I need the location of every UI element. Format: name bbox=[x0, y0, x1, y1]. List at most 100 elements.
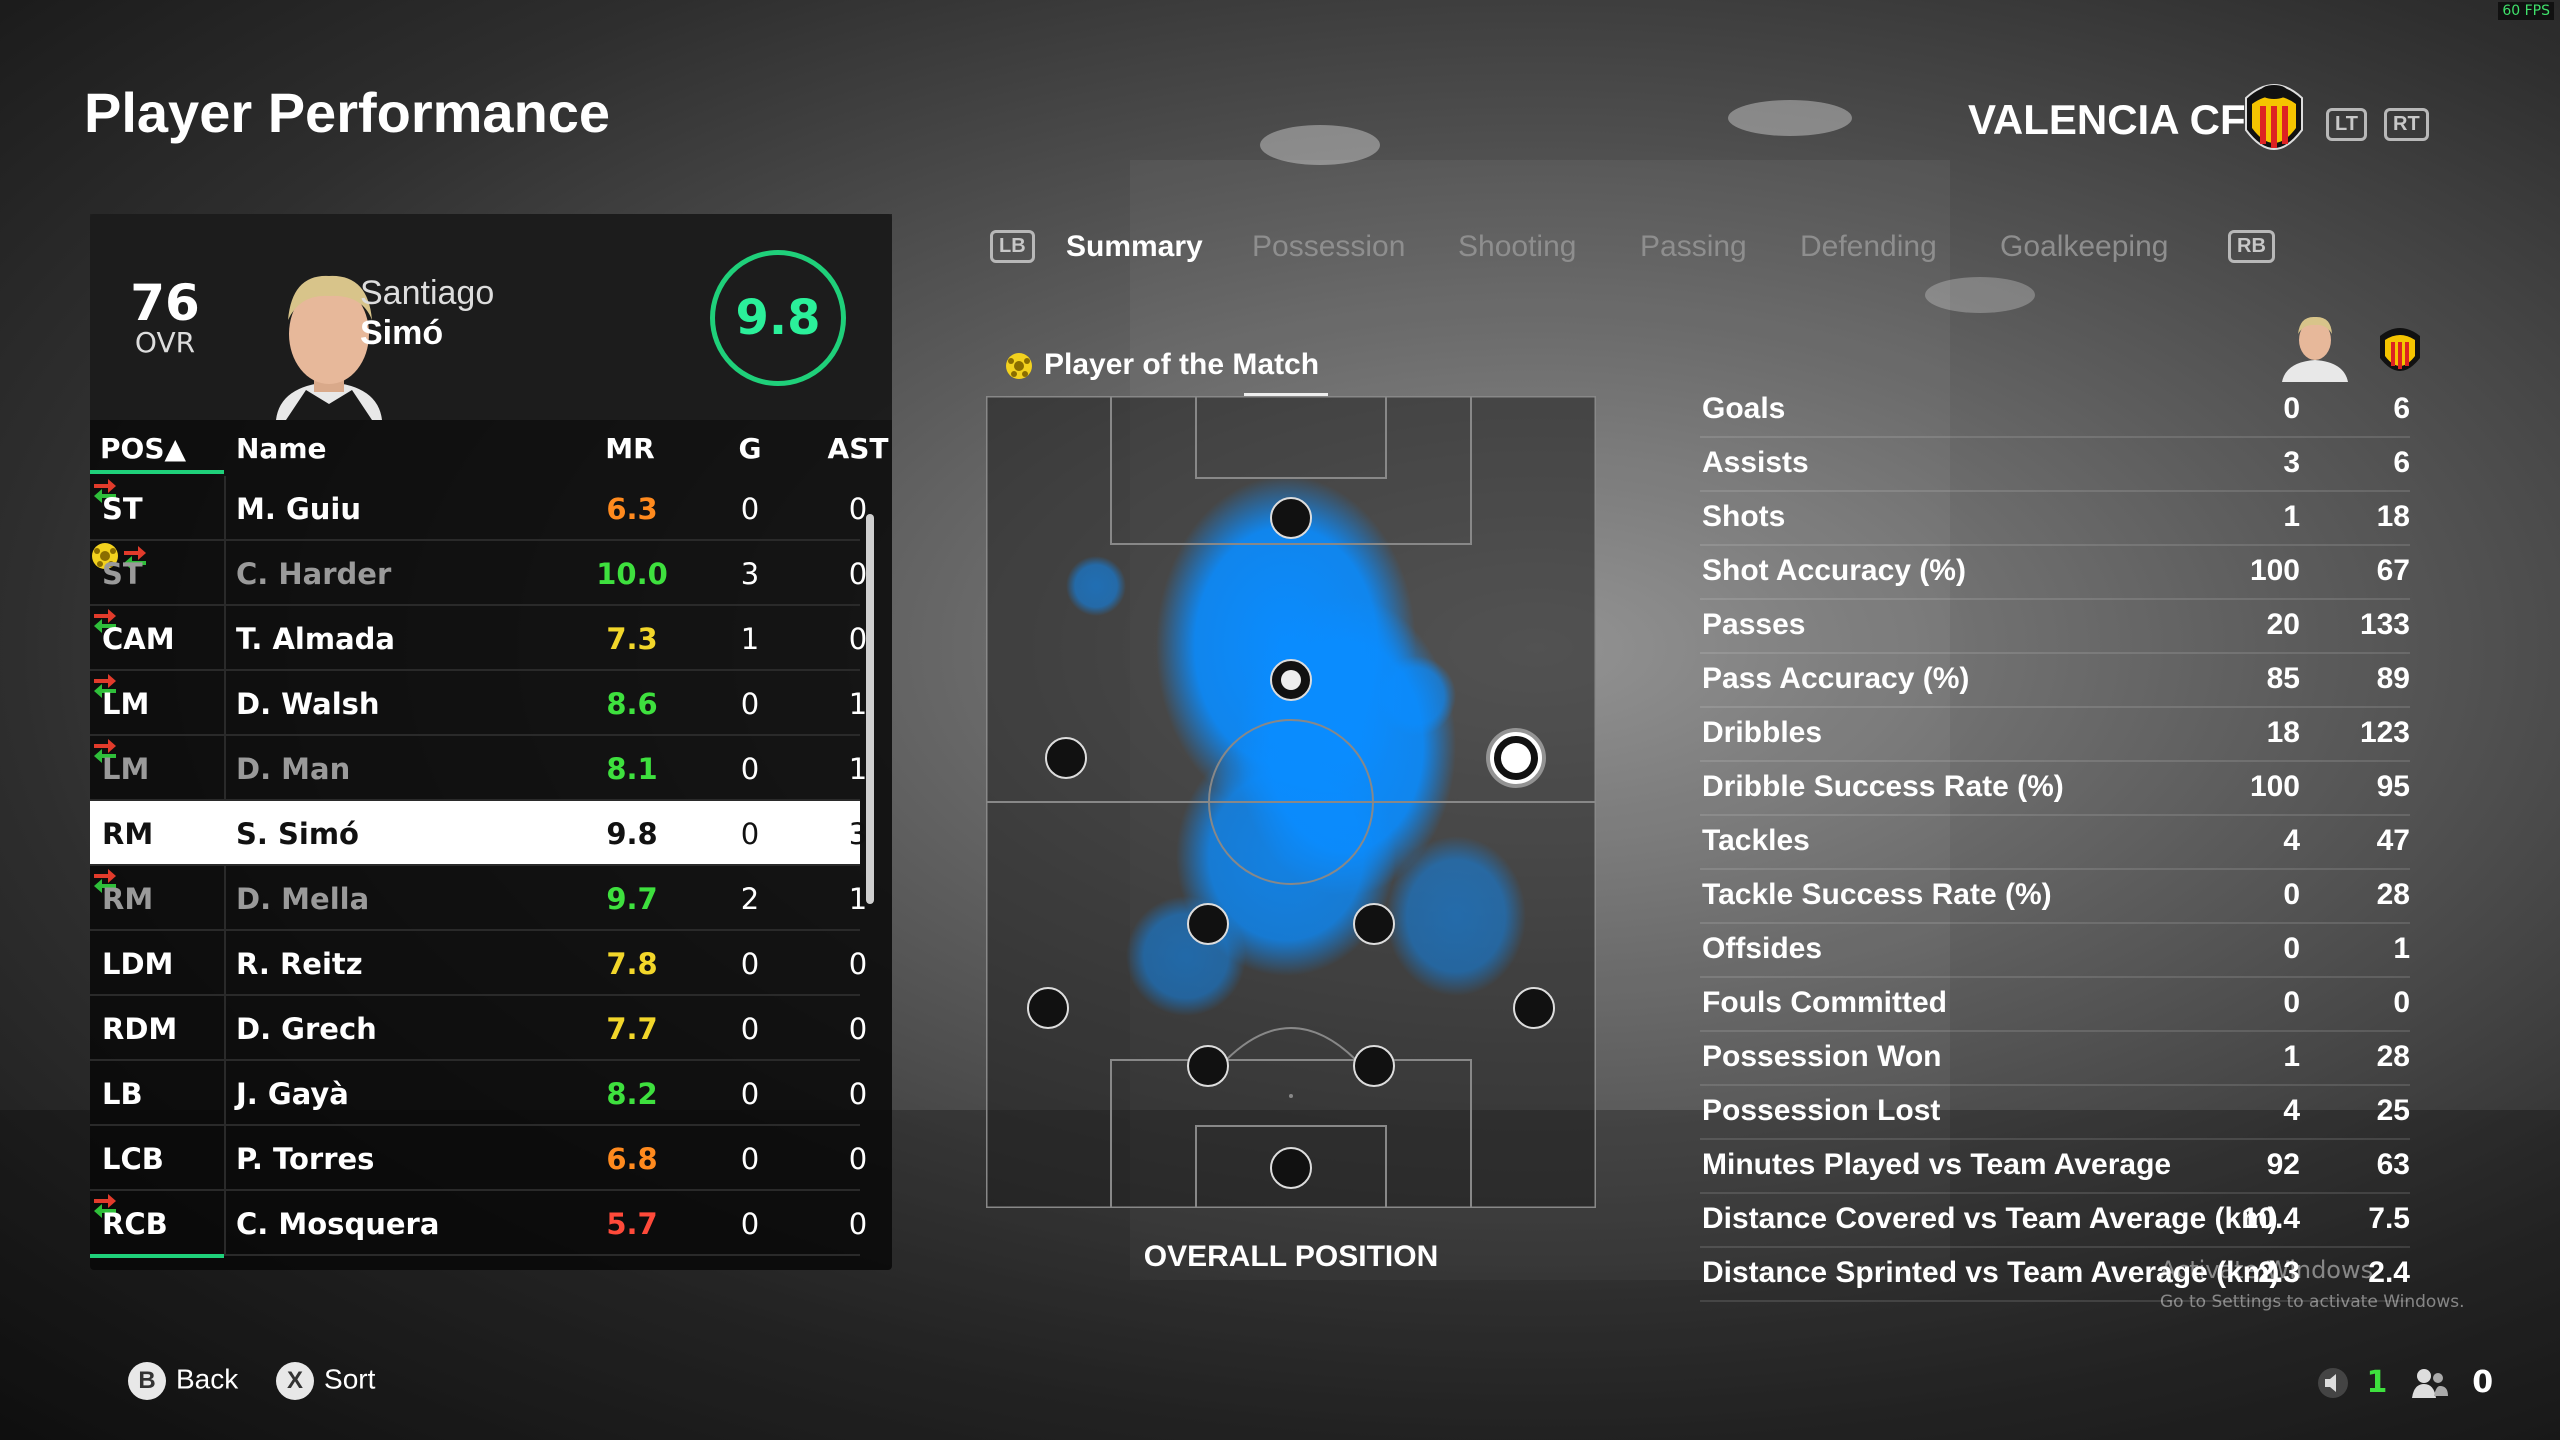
row-position: LB bbox=[102, 1077, 143, 1111]
potm-header: Player of the Match bbox=[1004, 348, 1319, 382]
row-player-name: R. Reitz bbox=[236, 947, 363, 981]
stat-player-value: 0 bbox=[2283, 392, 2300, 425]
table-row[interactable]: RDM D. Grech 7.7 0 0 bbox=[90, 996, 867, 1061]
table-row[interactable]: LDM R. Reitz 7.8 0 0 bbox=[90, 931, 867, 996]
stat-team-value: 95 bbox=[2376, 770, 2410, 803]
stat-label: Shot Accuracy (%) bbox=[1702, 554, 1966, 587]
row-goals: 0 bbox=[740, 1077, 760, 1111]
stat-row: Fouls Committed 0 0 bbox=[1700, 978, 2410, 1032]
stat-player-value: 20 bbox=[2266, 608, 2300, 641]
stat-player-value: 85 bbox=[2266, 662, 2300, 695]
tab-passing[interactable]: Passing bbox=[1640, 230, 1747, 264]
row-goals: 0 bbox=[740, 947, 760, 981]
back-control[interactable]: B Back bbox=[128, 1362, 238, 1400]
stat-row: Tackle Success Rate (%) 0 28 bbox=[1700, 870, 2410, 924]
potm-label: Player of the Match bbox=[1044, 348, 1320, 381]
row-match-rating: 5.7 bbox=[606, 1207, 658, 1241]
col-name[interactable]: Name bbox=[236, 432, 327, 465]
stat-team-value: 0 bbox=[2393, 986, 2410, 1019]
stat-player-value: 100 bbox=[2249, 554, 2300, 587]
tab-shooting[interactable]: Shooting bbox=[1458, 230, 1576, 264]
player-rows: ST M. Guiu 6.3 0 0 ST C. Harder 10.0 3 0 CAM T. Alm… bbox=[90, 476, 867, 1256]
table-row[interactable]: RCB C. Mosquera 5.7 0 0 bbox=[90, 1191, 867, 1256]
stat-team-value: 1 bbox=[2393, 932, 2410, 965]
row-match-rating: 10.0 bbox=[596, 557, 668, 591]
stat-label: Shots bbox=[1702, 500, 1786, 533]
table-row[interactable]: ST M. Guiu 6.3 0 0 bbox=[90, 476, 867, 541]
stat-label: Offsides bbox=[1702, 932, 1823, 965]
stat-row: Offsides 0 1 bbox=[1700, 924, 2410, 978]
row-assists: 1 bbox=[848, 882, 868, 916]
tab-defending[interactable]: Defending bbox=[1800, 230, 1937, 264]
row-match-rating: 7.8 bbox=[606, 947, 658, 981]
stat-team-value: 6 bbox=[2393, 392, 2410, 425]
row-assists: 1 bbox=[848, 687, 868, 721]
player-match-rating: 9.8 bbox=[710, 250, 846, 386]
stat-label: Possession Won bbox=[1702, 1040, 1942, 1073]
player-first-name: Santiago bbox=[360, 274, 495, 312]
table-row[interactable]: RM S. Simó 9.8 0 3 bbox=[90, 801, 867, 866]
row-divider bbox=[224, 801, 226, 864]
table-row[interactable]: RM D. Mella 9.7 2 1 bbox=[90, 866, 867, 931]
col-mr[interactable]: MR bbox=[568, 432, 692, 465]
stat-player-value: 1 bbox=[2283, 500, 2300, 533]
table-row[interactable]: LB J. Gayà 8.2 0 0 bbox=[90, 1061, 867, 1126]
row-player-name: D. Man bbox=[236, 752, 351, 786]
stat-player-value: 3 bbox=[2283, 446, 2300, 479]
stat-team-value: 63 bbox=[2376, 1148, 2410, 1181]
potm-ball-icon bbox=[1006, 353, 1032, 380]
row-divider bbox=[224, 931, 226, 994]
table-row[interactable]: ST C. Harder 10.0 3 0 bbox=[90, 541, 867, 606]
lt-button[interactable]: LT bbox=[2326, 108, 2367, 141]
fps-counter: 60 FPS bbox=[2498, 2, 2554, 20]
stat-label: Dribble Success Rate (%) bbox=[1702, 770, 2064, 803]
rt-button[interactable]: RT bbox=[2384, 108, 2429, 141]
stat-player-value: 100 bbox=[2249, 770, 2300, 803]
row-player-name: S. Simó bbox=[236, 817, 359, 851]
row-match-rating: 6.8 bbox=[606, 1142, 658, 1176]
table-row[interactable]: CAM T. Almada 7.3 1 0 bbox=[90, 606, 867, 671]
col-ast[interactable]: AST bbox=[826, 432, 890, 465]
row-match-rating: 7.7 bbox=[606, 1012, 658, 1046]
ovr-label: OVR bbox=[134, 326, 196, 359]
row-goals: 2 bbox=[740, 882, 760, 916]
players-icon bbox=[2411, 1368, 2448, 1398]
stat-team-value: 28 bbox=[2376, 878, 2410, 911]
stat-team-value: 133 bbox=[2359, 608, 2410, 641]
row-player-name: D. Walsh bbox=[236, 687, 380, 721]
scrollbar[interactable] bbox=[866, 514, 874, 904]
stat-row: Tackles 4 47 bbox=[1700, 816, 2410, 870]
lb-button[interactable]: LB bbox=[990, 230, 1035, 263]
col-pos[interactable]: POS▲ bbox=[100, 432, 186, 465]
tab-goalkeeping[interactable]: Goalkeeping bbox=[2000, 230, 2168, 264]
player-last-name: Simó bbox=[360, 314, 444, 352]
stat-team-value: 67 bbox=[2376, 554, 2410, 587]
tab-possession[interactable]: Possession bbox=[1252, 230, 1405, 264]
sort-control[interactable]: X Sort bbox=[276, 1362, 375, 1400]
rb-button[interactable]: RB bbox=[2228, 230, 2275, 263]
stat-row: Possession Lost 4 25 bbox=[1700, 1086, 2410, 1140]
table-row[interactable]: LM D. Walsh 8.6 0 1 bbox=[90, 671, 867, 736]
activate-windows-title: Activate Windows bbox=[2160, 1256, 2374, 1284]
stat-row: Shots 1 18 bbox=[1700, 492, 2410, 546]
activate-windows-subtitle: Go to Settings to activate Windows. bbox=[2160, 1292, 2465, 1312]
row-assists: 1 bbox=[848, 752, 868, 786]
row-match-rating: 8.1 bbox=[606, 752, 658, 786]
col-g[interactable]: G bbox=[718, 432, 782, 465]
table-row[interactable]: LM D. Man 8.1 0 1 bbox=[90, 736, 867, 801]
stat-label: Tackles bbox=[1702, 824, 1810, 857]
row-goals: 0 bbox=[740, 752, 760, 786]
row-match-rating: 9.7 bbox=[606, 882, 658, 916]
stat-player-value: 4 bbox=[2283, 824, 2300, 857]
row-assists: 0 bbox=[848, 1077, 868, 1111]
stat-team-value: 123 bbox=[2359, 716, 2410, 749]
speaker-mute-icon bbox=[2318, 1367, 2348, 1398]
row-divider bbox=[224, 736, 226, 799]
table-row[interactable]: LCB P. Torres 6.8 0 0 bbox=[90, 1126, 867, 1191]
row-divider bbox=[224, 541, 226, 604]
row-position: RCB bbox=[102, 1207, 168, 1241]
row-assists: 3 bbox=[848, 817, 868, 851]
stat-row: Minutes Played vs Team Average 92 63 bbox=[1700, 1140, 2410, 1194]
tab-summary[interactable]: Summary bbox=[1066, 230, 1203, 264]
stat-label: Pass Accuracy (%) bbox=[1702, 662, 1970, 695]
